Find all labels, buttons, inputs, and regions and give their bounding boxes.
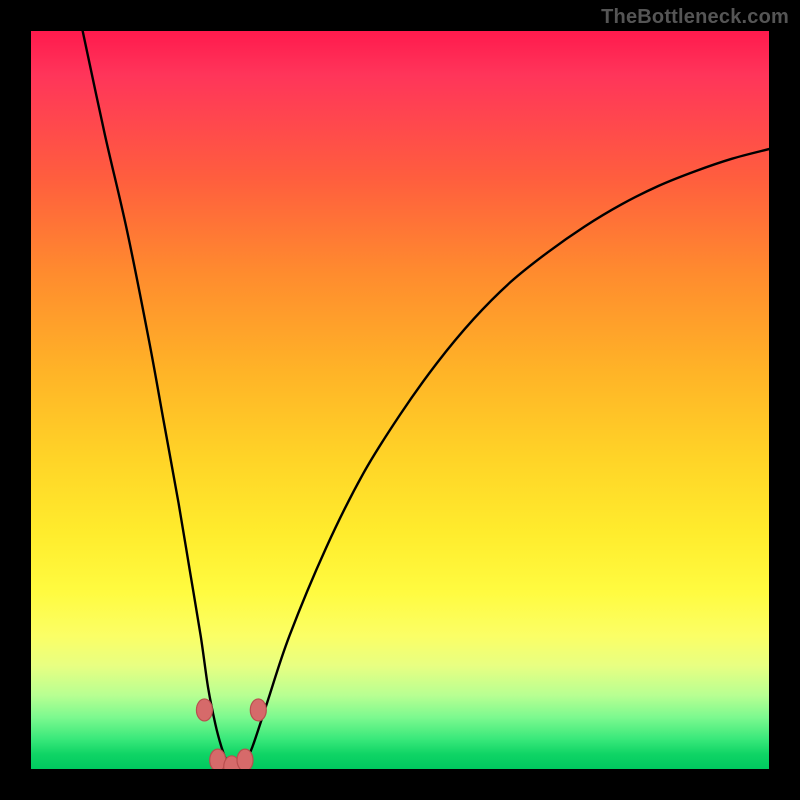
curve-marker xyxy=(250,699,266,721)
plot-area xyxy=(31,31,769,769)
chart-frame: TheBottleneck.com xyxy=(0,0,800,800)
bottleneck-curve xyxy=(83,31,769,769)
curve-layer xyxy=(31,31,769,769)
watermark-text: TheBottleneck.com xyxy=(601,6,789,29)
curve-marker xyxy=(237,749,253,769)
curve-marker xyxy=(196,699,212,721)
